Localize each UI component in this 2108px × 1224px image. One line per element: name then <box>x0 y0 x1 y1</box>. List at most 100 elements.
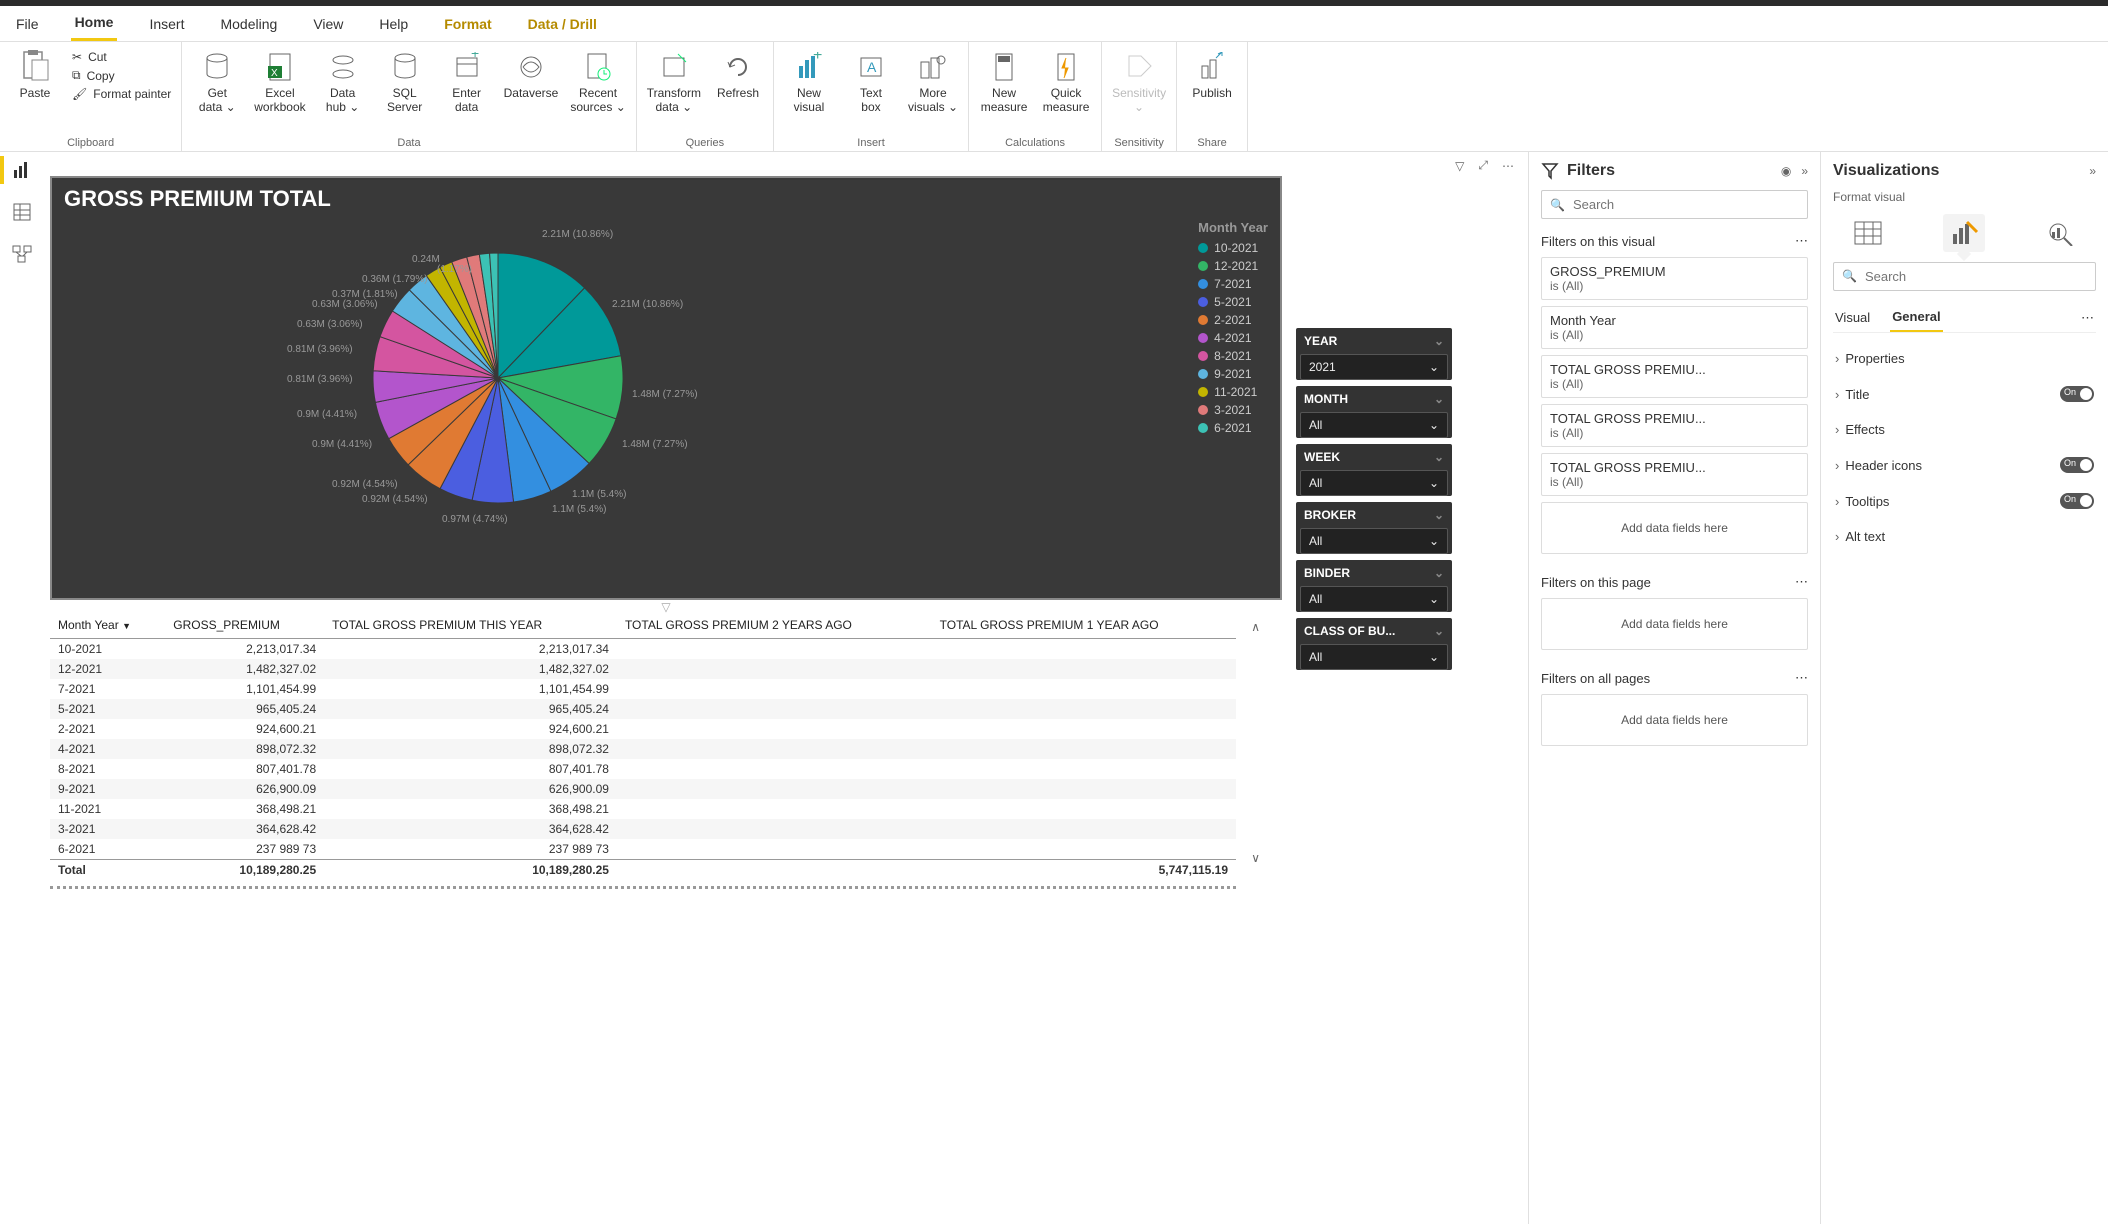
tab-view[interactable]: View <box>309 8 347 40</box>
chevron-down-icon[interactable]: ⌄ <box>1434 450 1444 464</box>
collapse-pane-icon[interactable]: » <box>1801 164 1808 178</box>
table-header[interactable]: GROSS_PREMIUM <box>165 612 324 639</box>
legend-item[interactable]: 2-2021 <box>1198 313 1268 327</box>
table-row[interactable]: 11-2021368,498.21368,498.21 <box>50 799 1236 819</box>
table-row[interactable]: 2-2021924,600.21924,600.21 <box>50 719 1236 739</box>
data-view-icon[interactable] <box>10 200 34 224</box>
slicer[interactable]: MONTH⌄All⌄ <box>1296 386 1452 438</box>
eye-icon[interactable]: ◉ <box>1781 164 1791 178</box>
format-row[interactable]: ›Header iconsOn <box>1833 447 2096 483</box>
refresh-button[interactable]: Refresh <box>713 50 763 100</box>
model-view-icon[interactable] <box>10 242 34 266</box>
format-row[interactable]: ›TooltipsOn <box>1833 483 2096 519</box>
new-measure-button[interactable]: Newmeasure <box>979 50 1029 115</box>
more-icon[interactable]: ⋯ <box>1795 670 1808 686</box>
new-visual-button[interactable]: +Newvisual <box>784 50 834 115</box>
more-icon[interactable]: ⋯ <box>1795 233 1808 249</box>
legend-item[interactable]: 9-2021 <box>1198 367 1268 381</box>
text-box-button[interactable]: ATextbox <box>846 50 896 115</box>
format-visual-icon[interactable] <box>1943 214 1985 252</box>
chevron-down-icon[interactable]: ⌄ <box>1434 566 1444 580</box>
table-row[interactable]: 6-2021237 989 73237 989 73 <box>50 839 1236 860</box>
chevron-down-icon[interactable]: ⌄ <box>1434 334 1444 348</box>
filters-search[interactable]: 🔍 <box>1541 190 1808 219</box>
format-row[interactable]: ›TitleOn <box>1833 376 2096 412</box>
tab-general[interactable]: General <box>1890 303 1942 332</box>
pie-chart-visual[interactable]: GROSS PREMIUM TOTAL 2.21M (10.86%)2.21M … <box>50 176 1282 600</box>
filter-icon[interactable]: ▽ <box>1455 159 1464 173</box>
filter-card[interactable]: GROSS_PREMIUMis (All) <box>1541 257 1808 300</box>
tab-data-drill[interactable]: Data / Drill <box>524 8 601 40</box>
format-row[interactable]: ›Effects <box>1833 412 2096 447</box>
tab-file[interactable]: File <box>12 8 43 40</box>
slicer-dropdown[interactable]: All⌄ <box>1300 644 1448 670</box>
recent-sources-button[interactable]: Recentsources ⌄ <box>570 50 625 115</box>
legend-item[interactable]: 6-2021 <box>1198 421 1268 435</box>
toggle-switch[interactable]: On <box>2060 386 2094 402</box>
table-row[interactable]: 5-2021965,405.24965,405.24 <box>50 699 1236 719</box>
filters-search-input[interactable] <box>1573 197 1799 212</box>
analytics-icon[interactable] <box>2040 214 2082 252</box>
tab-help[interactable]: Help <box>375 8 412 40</box>
more-icon[interactable]: ⋯ <box>2079 304 2096 332</box>
tab-home[interactable]: Home <box>71 6 118 41</box>
filter-card[interactable]: TOTAL GROSS PREMIU...is (All) <box>1541 404 1808 447</box>
table-row[interactable]: 4-2021898,072.32898,072.32 <box>50 739 1236 759</box>
enter-data-button[interactable]: +Enterdata <box>442 50 492 115</box>
tab-insert[interactable]: Insert <box>145 8 188 40</box>
table-header[interactable]: TOTAL GROSS PREMIUM THIS YEAR <box>324 612 617 639</box>
excel-workbook-button[interactable]: XExcelworkbook <box>254 50 305 115</box>
add-fields-all[interactable]: Add data fields here <box>1541 694 1808 746</box>
add-fields-page[interactable]: Add data fields here <box>1541 598 1808 650</box>
slicer-dropdown[interactable]: All⌄ <box>1300 470 1448 496</box>
legend-item[interactable]: 12-2021 <box>1198 259 1268 273</box>
legend-item[interactable]: 7-2021 <box>1198 277 1268 291</box>
slicer[interactable]: CLASS OF BU...⌄All⌄ <box>1296 618 1452 670</box>
filter-card[interactable]: TOTAL GROSS PREMIU...is (All) <box>1541 355 1808 398</box>
toggle-switch[interactable]: On <box>2060 493 2094 509</box>
format-painter-button[interactable]: 🖌Format painter <box>72 87 171 101</box>
scroll-down-icon[interactable]: ∨ <box>1251 851 1260 865</box>
slicer[interactable]: WEEK⌄All⌄ <box>1296 444 1452 496</box>
table-row[interactable]: 12-20211,482,327.021,482,327.02 <box>50 659 1236 679</box>
focus-icon[interactable]: ⤢ <box>1478 158 1488 173</box>
slicer[interactable]: BROKER⌄All⌄ <box>1296 502 1452 554</box>
tab-visual[interactable]: Visual <box>1833 304 1872 331</box>
data-hub-button[interactable]: Datahub ⌄ <box>318 50 368 115</box>
data-table-visual[interactable]: Month Year ▼GROSS_PREMIUMTOTAL GROSS PRE… <box>50 612 1236 889</box>
table-row[interactable]: 10-20212,213,017.342,213,017.34 <box>50 639 1236 660</box>
legend-item[interactable]: 5-2021 <box>1198 295 1268 309</box>
build-visual-icon[interactable] <box>1847 214 1889 252</box>
slicer[interactable]: YEAR⌄2021⌄ <box>1296 328 1452 380</box>
report-view-icon[interactable] <box>10 158 34 182</box>
table-header[interactable]: Month Year ▼ <box>50 612 165 639</box>
slicer-dropdown[interactable]: All⌄ <box>1300 528 1448 554</box>
legend-item[interactable]: 8-2021 <box>1198 349 1268 363</box>
collapse-viz-icon[interactable]: » <box>2089 164 2096 178</box>
chevron-down-icon[interactable]: ⌄ <box>1434 508 1444 522</box>
quick-measure-button[interactable]: Quickmeasure <box>1041 50 1091 115</box>
table-row[interactable]: 7-20211,101,454.991,101,454.99 <box>50 679 1236 699</box>
tab-format[interactable]: Format <box>440 8 495 40</box>
table-row[interactable]: 8-2021807,401.78807,401.78 <box>50 759 1236 779</box>
format-row[interactable]: ›Alt text <box>1833 519 2096 554</box>
legend-item[interactable]: 3-2021 <box>1198 403 1268 417</box>
viz-search-input[interactable] <box>1865 269 2087 284</box>
slicer-dropdown[interactable]: All⌄ <box>1300 412 1448 438</box>
legend-item[interactable]: 10-2021 <box>1198 241 1268 255</box>
legend-item[interactable]: 4-2021 <box>1198 331 1268 345</box>
table-header[interactable]: TOTAL GROSS PREMIUM 2 YEARS AGO <box>617 612 932 639</box>
transform-data-button[interactable]: Transformdata ⌄ <box>647 50 701 115</box>
tab-modeling[interactable]: Modeling <box>216 8 281 40</box>
filter-card[interactable]: TOTAL GROSS PREMIU...is (All) <box>1541 453 1808 496</box>
table-header[interactable]: TOTAL GROSS PREMIUM 1 YEAR AGO <box>932 612 1236 639</box>
copy-button[interactable]: ⧉Copy <box>72 68 171 83</box>
publish-button[interactable]: Publish <box>1187 50 1237 100</box>
table-row[interactable]: 3-2021364,628.42364,628.42 <box>50 819 1236 839</box>
toggle-switch[interactable]: On <box>2060 457 2094 473</box>
paste-button[interactable]: Paste <box>10 50 60 100</box>
sql-server-button[interactable]: SQLServer <box>380 50 430 115</box>
scroll-up-icon[interactable]: ∧ <box>1251 620 1260 634</box>
legend-item[interactable]: 11-2021 <box>1198 385 1268 399</box>
table-row[interactable]: 9-2021626,900.09626,900.09 <box>50 779 1236 799</box>
